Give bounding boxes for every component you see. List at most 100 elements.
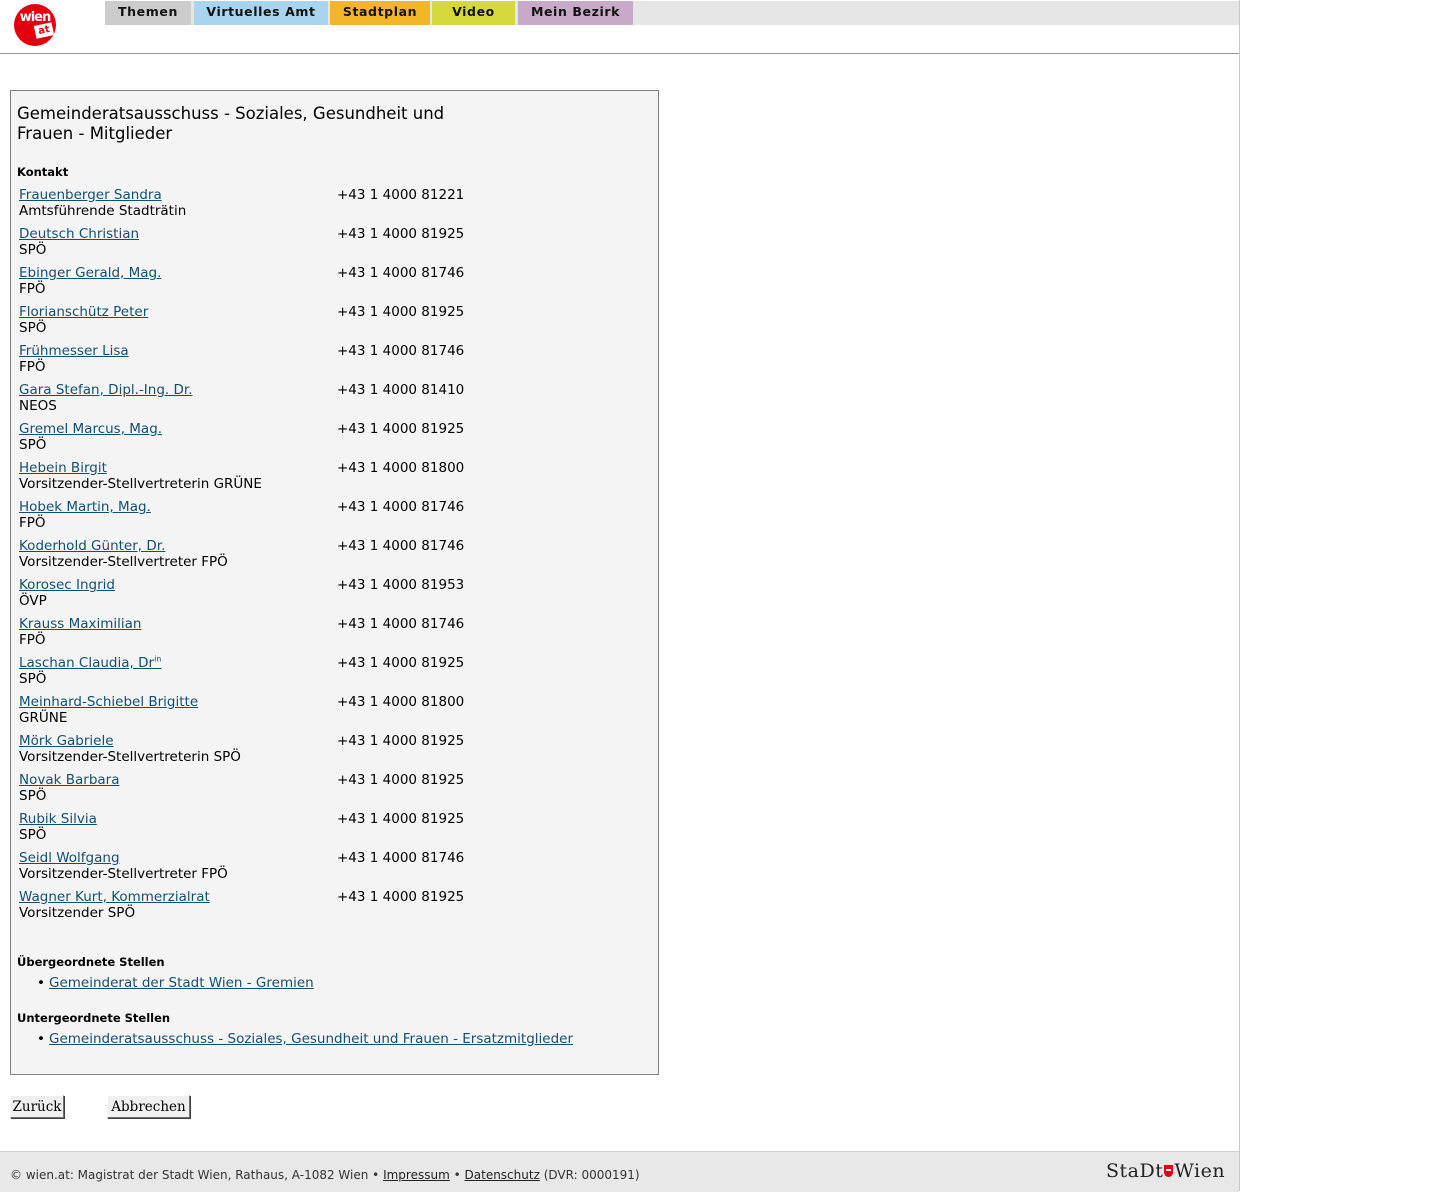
- member-name-link[interactable]: Hobek Martin, Mag.: [19, 499, 151, 515]
- brand-wien: Wien: [1174, 1160, 1226, 1182]
- bullet-icon: •: [37, 1031, 45, 1047]
- member-role: SPÖ: [19, 788, 47, 804]
- member-name: Gara Stefan, Dipl.-Ing. Dr.: [19, 382, 193, 398]
- member-name-link[interactable]: Korosec Ingrid: [19, 577, 115, 593]
- impressum-link[interactable]: Impressum: [383, 1168, 450, 1182]
- member-role: SPÖ: [19, 320, 47, 336]
- member-row: Florianschütz Peter +43 1 4000 81925 SPÖ: [19, 304, 639, 340]
- member-name-link[interactable]: Novak Barbara: [19, 772, 119, 788]
- member-phone: +43 1 4000 81925: [337, 889, 465, 905]
- member-name-link[interactable]: Seidl Wolfgang: [19, 850, 120, 866]
- datenschutz-link[interactable]: Datenschutz: [465, 1168, 540, 1182]
- page-title: Gemeinderatsausschuss - Soziales, Gesund…: [17, 104, 445, 143]
- member-row: Gara Stefan, Dipl.-Ing. Dr. +43 1 4000 81…: [19, 382, 639, 418]
- content-box: Gemeinderatsausschuss - Soziales, Gesund…: [10, 90, 659, 1075]
- member-name: Meinhard-Schiebel Brigitte: [19, 694, 199, 710]
- member-name-suffix: in: [154, 654, 162, 664]
- member-row: Rubik Silvia +43 1 4000 81925 SPÖ: [19, 811, 639, 847]
- nav-tab-video[interactable]: Video: [432, 1, 515, 25]
- child-units-heading: Untergeordnete Stellen: [17, 1011, 171, 1025]
- stadt-wien-logo[interactable]: StaDt Wien: [1106, 1160, 1225, 1182]
- member-row: Deutsch Christian +43 1 4000 81925 SPÖ: [19, 226, 639, 262]
- member-role: GRÜNE: [19, 710, 68, 726]
- member-name-link[interactable]: Hebein Birgit: [19, 460, 107, 476]
- member-name-link[interactable]: Wagner Kurt, Kommerzialrat: [19, 889, 210, 905]
- member-row: Laschan Claudia, Drin +43 1 4000 81925 SPÖ: [19, 655, 639, 691]
- member-name-link[interactable]: Rubik Silvia: [19, 811, 97, 827]
- wien-at-logo[interactable]: wien at: [14, 4, 56, 46]
- footer-copyright: © wien.at: Magistrat der Stadt Wien, Rat…: [10, 1168, 380, 1182]
- member-phone: +43 1 4000 81925: [337, 226, 465, 242]
- member-name: Frauenberger Sandra: [19, 187, 162, 203]
- member-name: Mörk Gabriele: [19, 733, 114, 749]
- member-phone: +43 1 4000 81925: [337, 811, 465, 827]
- kontakt-heading: Kontakt: [17, 165, 69, 179]
- member-role: Vorsitzender SPÖ: [19, 905, 136, 921]
- member-phone: +43 1 4000 81746: [337, 538, 465, 554]
- member-role: Vorsitzender-Stellvertreter FPÖ: [19, 554, 228, 570]
- member-phone: +43 1 4000 81221: [337, 187, 465, 203]
- member-phone: +43 1 4000 81925: [337, 421, 465, 437]
- member-role: ÖVP: [19, 593, 47, 609]
- member-name: Ebinger Gerald, Mag.: [19, 265, 162, 281]
- member-name-link[interactable]: Koderhold Günter, Dr.: [19, 538, 165, 554]
- member-name-link[interactable]: Florianschütz Peter: [19, 304, 148, 320]
- footer: © wien.at: Magistrat der Stadt Wien, Rat…: [0, 1151, 1239, 1192]
- member-name: Koderhold Günter, Dr.: [19, 538, 166, 554]
- member-name: Hebein Birgit: [19, 460, 107, 476]
- parent-unit-link[interactable]: Gemeinderat der Stadt Wien - Gremien: [49, 975, 314, 991]
- member-name-link[interactable]: Frauenberger Sandra: [19, 187, 162, 203]
- member-row: Koderhold Günter, Dr. +43 1 4000 81746 Vor…: [19, 538, 639, 574]
- member-name-link[interactable]: Krauss Maximilian: [19, 616, 141, 632]
- member-role: FPÖ: [19, 632, 46, 648]
- nav-tab-mein-bezirk[interactable]: Mein Bezirk: [518, 1, 633, 25]
- member-name-link[interactable]: Gremel Marcus, Mag.: [19, 421, 162, 437]
- member-phone: +43 1 4000 81800: [337, 694, 465, 710]
- member-row: Korosec Ingrid +43 1 4000 81953 ÖVP: [19, 577, 639, 613]
- member-row: Hobek Martin, Mag. +43 1 4000 81746 FPÖ: [19, 499, 639, 535]
- member-role: FPÖ: [19, 281, 46, 297]
- member-name-link[interactable]: Laschan Claudia, Drin: [19, 655, 161, 671]
- member-name: Hobek Martin, Mag.: [19, 499, 151, 515]
- nav-tab-themen[interactable]: Themen: [105, 1, 191, 25]
- member-phone: +43 1 4000 81800: [337, 460, 465, 476]
- member-name-link[interactable]: Frühmesser Lisa: [19, 343, 129, 359]
- member-name-link[interactable]: Ebinger Gerald, Mag.: [19, 265, 161, 281]
- header: wien at Themen Virtuelles Amt Stadtplan Vid…: [0, 0, 1239, 54]
- member-phone: +43 1 4000 81746: [337, 499, 465, 515]
- member-row: Meinhard-Schiebel Brigitte +43 1 4000 818…: [19, 694, 639, 730]
- nav-tab-stadtplan[interactable]: Stadtplan: [330, 1, 430, 25]
- member-row: Krauss Maximilian +43 1 4000 81746 FPÖ: [19, 616, 639, 652]
- footer-separator: •: [453, 1168, 461, 1182]
- bullet-icon: •: [37, 975, 45, 991]
- member-name: Frühmesser Lisa: [19, 343, 129, 359]
- member-name: Rubik Silvia: [19, 811, 97, 827]
- member-name: Deutsch Christian: [19, 226, 140, 242]
- member-row: Gremel Marcus, Mag. +43 1 4000 81925 SPÖ: [19, 421, 639, 457]
- main-navigation: Themen Virtuelles Amt Stadtplan Video Mein B…: [105, 1, 1239, 25]
- member-row: Novak Barbara +43 1 4000 81925 SPÖ: [19, 772, 639, 808]
- footer-text: © wien.at: Magistrat der Stadt Wien, Rat…: [10, 1168, 640, 1182]
- member-role: Vorsitzender-Stellvertreterin GRÜNE: [19, 476, 262, 492]
- member-name-link[interactable]: Deutsch Christian: [19, 226, 139, 242]
- member-name-link[interactable]: Meinhard-Schiebel Brigitte: [19, 694, 198, 710]
- page: wien at Themen Virtuelles Amt Stadtplan Vid…: [0, 0, 1240, 1192]
- member-role: Vorsitzender-Stellvertreter FPÖ: [19, 866, 228, 882]
- logo-text-at: at: [33, 22, 55, 39]
- member-role: FPÖ: [19, 515, 46, 531]
- member-role: FPÖ: [19, 359, 46, 375]
- member-phone: +43 1 4000 81953: [337, 577, 465, 593]
- member-name: Laschan Claudia, Dr: [19, 655, 155, 671]
- nav-tab-virtuelles-amt[interactable]: Virtuelles Amt: [194, 1, 328, 25]
- back-button[interactable]: Zurück: [10, 1095, 64, 1118]
- member-name-link[interactable]: Gara Stefan, Dipl.-Ing. Dr.: [19, 382, 193, 398]
- member-role: NEOS: [19, 398, 57, 414]
- member-row: Frauenberger Sandra +43 1 4000 81221 Amtsf…: [19, 187, 639, 223]
- child-unit-link[interactable]: Gemeinderatsausschuss - Soziales, Gesund…: [49, 1031, 573, 1047]
- member-phone: +43 1 4000 81746: [337, 850, 465, 866]
- cancel-button[interactable]: Abbrechen: [107, 1095, 190, 1118]
- member-row: Frühmesser Lisa +43 1 4000 81746 FPÖ: [19, 343, 639, 379]
- member-name: Korosec Ingrid: [19, 577, 115, 593]
- member-name-link[interactable]: Mörk Gabriele: [19, 733, 114, 749]
- member-role: SPÖ: [19, 671, 47, 687]
